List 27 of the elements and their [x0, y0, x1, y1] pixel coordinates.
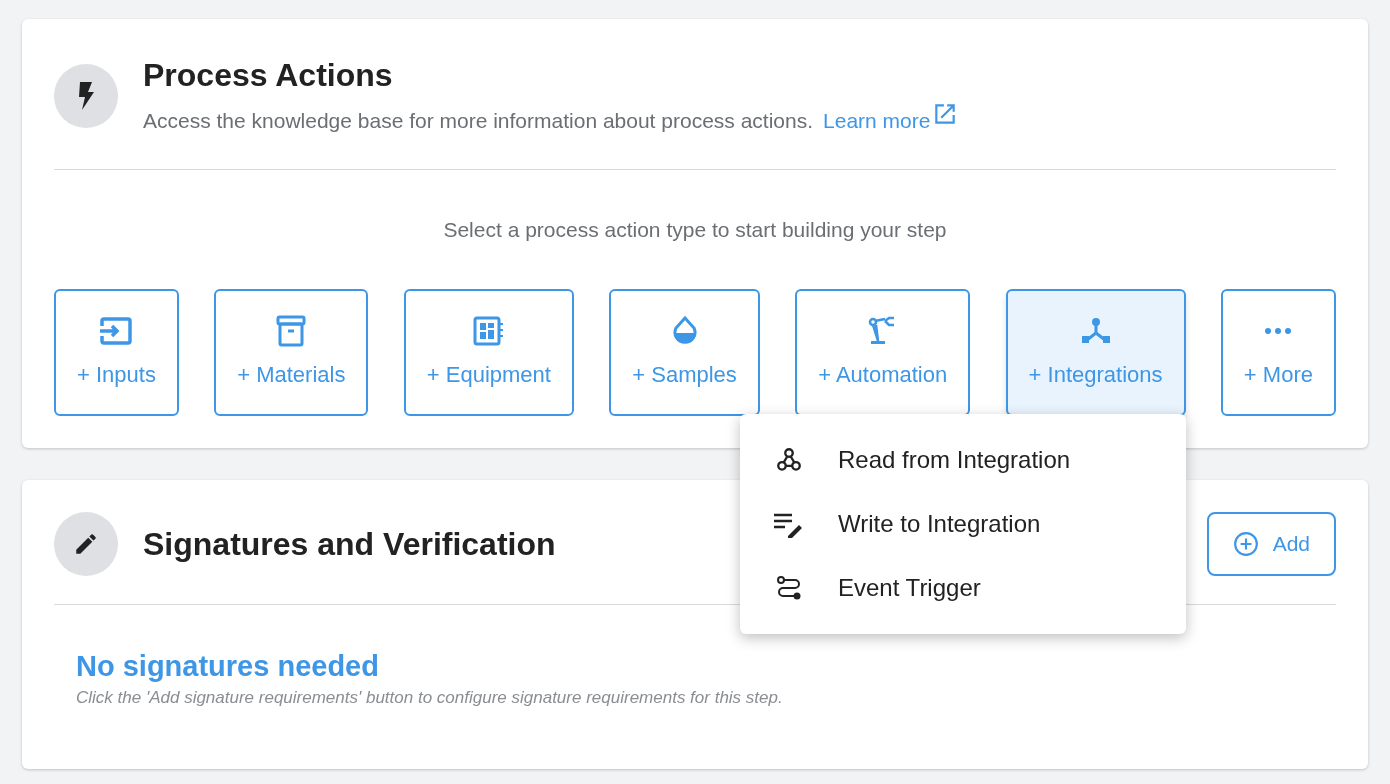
action-type-button[interactable]: + Samples: [609, 289, 760, 416]
empty-state-hint: Click the 'Add signature requirements' button to configure signature requirements for this step.: [76, 687, 784, 709]
plus-circle-icon: [1232, 531, 1259, 557]
circuit-board-icon: [472, 316, 505, 346]
menu-item[interactable]: Read from Integration: [740, 428, 1186, 492]
route-icon: [776, 575, 802, 601]
menu-item[interactable]: Event Trigger: [740, 556, 1186, 620]
prompt-text: Select a process action type to start building your step: [442, 216, 948, 243]
action-type-button[interactable]: + Automation: [795, 289, 971, 416]
webhook-icon: [775, 446, 803, 474]
section-description: Access the knowledge base for more information about process actions.: [143, 108, 814, 134]
action-type-button[interactable]: + Materials: [214, 289, 369, 416]
merge-nodes-icon: [1080, 317, 1111, 345]
more-dots-icon: [1264, 327, 1293, 335]
droplet-icon: [671, 316, 698, 346]
section-title: Signatures and Verification: [143, 525, 556, 564]
menu-item[interactable]: Write to Integration: [740, 492, 1186, 556]
learn-more-link[interactable]: Learn more: [823, 105, 959, 137]
arrow-into-box-icon: [99, 317, 134, 345]
action-type-button[interactable]: + More: [1220, 289, 1336, 416]
add-button[interactable]: Add: [1206, 512, 1336, 576]
action-type-button[interactable]: + Integrations: [1005, 289, 1186, 416]
action-type-button[interactable]: + Equipment: [403, 289, 574, 416]
archive-box-icon: [276, 315, 307, 347]
action-type-button[interactable]: + Inputs: [54, 289, 179, 416]
empty-state-title: No signatures needed: [76, 649, 380, 683]
section-title: Process Actions: [143, 56, 394, 95]
